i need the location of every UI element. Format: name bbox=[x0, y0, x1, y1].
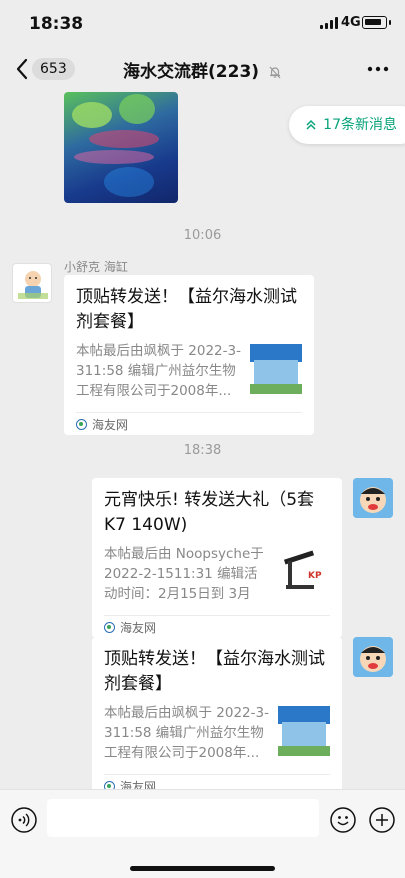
chat-area[interactable]: 17条新消息 10:06 小舒克 海缸 顶贴转发送！【益尔海水测试剂套餐】 本帖… bbox=[0, 92, 405, 789]
timestamp: 10:06 bbox=[183, 228, 222, 243]
new-messages-label: 17条新消息 bbox=[323, 117, 397, 133]
site-logo-icon bbox=[76, 418, 87, 430]
home-indicator bbox=[130, 866, 275, 871]
chat-title-group: 海水交流群(223) bbox=[0, 57, 405, 82]
card-thumbnail bbox=[278, 706, 330, 756]
card-description: 本帖最后由飒枫于 2022-3-311:58 编辑广州益尔生物工程有限公司于20… bbox=[76, 343, 241, 399]
card-title: 元宵快乐! 转发送大礼（5套K7 140W) bbox=[104, 490, 315, 535]
double-chevron-up-icon bbox=[306, 119, 316, 130]
nav-bar: 653 海水交流群(223) bbox=[0, 46, 405, 92]
card-description: 本帖最后由 Noopsyche于 2022-2-1511:31 编辑活动时间：2… bbox=[104, 546, 264, 602]
card-title: 顶贴转发送！【益尔海水测试剂套餐】 bbox=[104, 649, 325, 694]
avatar-self[interactable] bbox=[353, 637, 393, 677]
link-card[interactable]: 元宵快乐! 转发送大礼（5套K7 140W) 本帖最后由 Noopsyche于 … bbox=[92, 478, 342, 638]
battery-icon bbox=[362, 16, 391, 29]
site-logo-icon bbox=[104, 780, 115, 789]
card-description: 本帖最后由飒枫于 2022-3-311:58 编辑广州益尔生物工程有限公司于20… bbox=[104, 705, 269, 761]
avatar-self[interactable] bbox=[353, 478, 393, 518]
aquarium-photo[interactable] bbox=[64, 92, 178, 203]
link-card[interactable]: 顶贴转发送！【益尔海水测试剂套餐】 本帖最后由飒枫于 2022-3-311:58… bbox=[64, 275, 314, 435]
card-title: 顶贴转发送！【益尔海水测试剂套餐】 bbox=[76, 287, 297, 332]
new-messages-pill[interactable]: 17条新消息 bbox=[289, 106, 405, 144]
card-source: 海友网 bbox=[92, 417, 129, 432]
link-card[interactable]: 顶贴转发送！【益尔海水测试剂套餐】 本帖最后由飒枫于 2022-3-311:58… bbox=[92, 637, 342, 789]
card-thumbnail: KP bbox=[278, 547, 330, 597]
avatar-sender[interactable] bbox=[12, 263, 52, 303]
card-source: 海友网 bbox=[120, 779, 157, 790]
voice-icon[interactable] bbox=[11, 807, 37, 833]
card-thumbnail bbox=[250, 344, 302, 394]
plus-icon[interactable] bbox=[369, 807, 395, 833]
chat-title: 海水交流群(223) bbox=[123, 62, 260, 82]
input-bar bbox=[0, 789, 405, 878]
message-input[interactable] bbox=[47, 799, 319, 837]
more-dots-icon[interactable] bbox=[365, 56, 391, 82]
bell-slash-icon bbox=[269, 66, 281, 79]
emoji-icon[interactable] bbox=[330, 807, 356, 833]
site-logo-icon bbox=[104, 621, 115, 633]
card-source: 海友网 bbox=[120, 620, 157, 635]
signal-icon bbox=[320, 17, 338, 29]
status-time: 18:38 bbox=[29, 14, 84, 34]
timestamp: 18:38 bbox=[183, 443, 222, 458]
sender-name: 小舒克 海缸 bbox=[64, 260, 128, 274]
network-type: 4G bbox=[341, 15, 361, 30]
status-bar: 18:38 4G bbox=[0, 0, 405, 46]
